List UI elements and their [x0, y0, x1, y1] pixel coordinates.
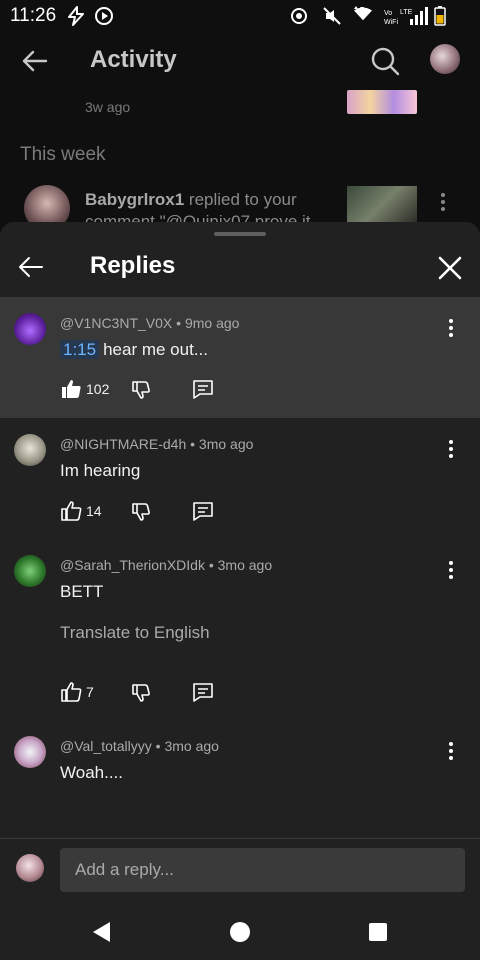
svg-text:WiFi: WiFi — [384, 19, 398, 26]
svg-text:Vo: Vo — [384, 10, 392, 17]
comment-actions: 102 — [60, 378, 260, 402]
activity-item-text[interactable]: Babygrlrox1 replied to your comment "@Qu… — [85, 189, 335, 222]
more-options-icon[interactable] — [436, 190, 450, 214]
reply-icon[interactable] — [192, 378, 214, 400]
activity-item-time: 3w ago — [85, 99, 131, 115]
comment-meta: @NIGHTMARE-d4h • 3mo ago — [60, 436, 254, 452]
like-filled-icon[interactable] — [60, 378, 82, 400]
replies-sheet: Replies @V1NC3NT_V0X • 9mo ago 1:15 hear … — [0, 222, 480, 960]
comment-meta: @Sarah_TherionXDIdk • 3mo ago — [60, 557, 273, 573]
back-arrow-icon[interactable] — [20, 46, 50, 76]
comment-item: @Val_totallyyy • 3mo ago Woah.... — [0, 720, 480, 820]
drag-handle[interactable] — [214, 232, 266, 236]
comment-item: @Sarah_TherionXDIdk • 3mo ago BETT Trans… — [0, 539, 480, 720]
dislike-icon[interactable] — [130, 681, 152, 703]
comment-actions: 7 — [60, 681, 260, 705]
wifi-icon — [354, 6, 372, 21]
commenter-avatar[interactable] — [14, 313, 46, 345]
comment-age: 3mo ago — [164, 738, 219, 754]
svg-text:LTE: LTE — [400, 9, 413, 16]
comment-item: @V1NC3NT_V0X • 9mo ago 1:15 hear me out..… — [0, 297, 480, 418]
comment-age: 9mo ago — [184, 315, 240, 331]
commenter-avatar[interactable] — [14, 736, 46, 768]
status-bar: 11:26 Vo WiFi LTE — [0, 0, 480, 32]
more-options-icon[interactable] — [444, 437, 458, 461]
user-avatar — [16, 854, 44, 882]
comment-body: Im hearing — [60, 461, 141, 480]
like-count: 7 — [86, 684, 94, 700]
mute-icon — [323, 7, 341, 25]
comment-handle[interactable]: @NIGHTMARE-d4h — [60, 436, 186, 452]
comment-handle[interactable]: @V1NC3NT_V0X — [60, 315, 172, 331]
signal-icon: Vo WiFiLTE — [384, 7, 428, 26]
more-options-icon[interactable] — [444, 316, 458, 340]
comment-body: Woah.... — [60, 763, 123, 782]
back-arrow-icon[interactable] — [16, 252, 46, 282]
activity-section-label: This week — [20, 144, 106, 165]
nav-recents-icon[interactable] — [367, 921, 389, 943]
add-reply-input[interactable] — [60, 848, 465, 892]
activity-title: Activity — [90, 46, 177, 73]
like-icon[interactable] — [60, 500, 82, 522]
replies-title: Replies — [90, 252, 176, 279]
comment-handle[interactable]: @Val_totallyyy — [60, 738, 152, 754]
translate-link[interactable]: Translate to English — [60, 623, 210, 643]
close-icon[interactable] — [436, 254, 464, 282]
account-avatar[interactable] — [430, 44, 460, 74]
battery-icon — [434, 6, 446, 26]
reply-icon[interactable] — [192, 681, 214, 703]
activity-thumbnail[interactable] — [347, 90, 417, 114]
timestamp-link[interactable]: 1:15 — [60, 340, 100, 359]
divider — [0, 838, 480, 839]
comment-text: 1:15 hear me out... — [60, 340, 208, 360]
nav-home-icon[interactable] — [228, 920, 252, 944]
dislike-icon[interactable] — [130, 378, 152, 400]
youtube-notification-icon — [95, 7, 113, 25]
comment-actions: 14 — [60, 500, 260, 524]
like-count: 14 — [86, 503, 102, 519]
commenter-avatar[interactable] — [14, 555, 46, 587]
comment-item: @NIGHTMARE-d4h • 3mo ago Im hearing 14 — [0, 418, 480, 539]
flash-icon — [68, 6, 84, 26]
comment-meta: @Val_totallyyy • 3mo ago — [60, 738, 219, 754]
nav-back-icon[interactable] — [90, 920, 114, 944]
commenter-avatar[interactable] — [14, 434, 46, 466]
comment-age: 3mo ago — [217, 557, 273, 573]
like-count: 102 — [86, 381, 110, 397]
search-icon[interactable] — [370, 46, 400, 76]
comment-body: hear me out... — [103, 340, 208, 359]
comment-age: 3mo ago — [198, 436, 254, 452]
more-options-icon[interactable] — [444, 558, 458, 582]
status-time: 11:26 — [10, 5, 57, 26]
more-options-icon[interactable] — [444, 739, 458, 763]
like-icon[interactable] — [60, 681, 82, 703]
activity-thumbnail[interactable] — [347, 186, 417, 224]
comment-body: BETT — [60, 582, 104, 601]
reply-icon[interactable] — [192, 500, 214, 522]
activity-item-user: Babygrlrox1 — [85, 190, 185, 209]
comment-handle[interactable]: @Sarah_TherionXDIdk — [60, 557, 205, 573]
system-nav-bar — [0, 902, 480, 960]
dislike-icon[interactable] — [130, 500, 152, 522]
comment-meta: @V1NC3NT_V0X • 9mo ago — [60, 315, 240, 331]
location-icon — [291, 8, 307, 24]
